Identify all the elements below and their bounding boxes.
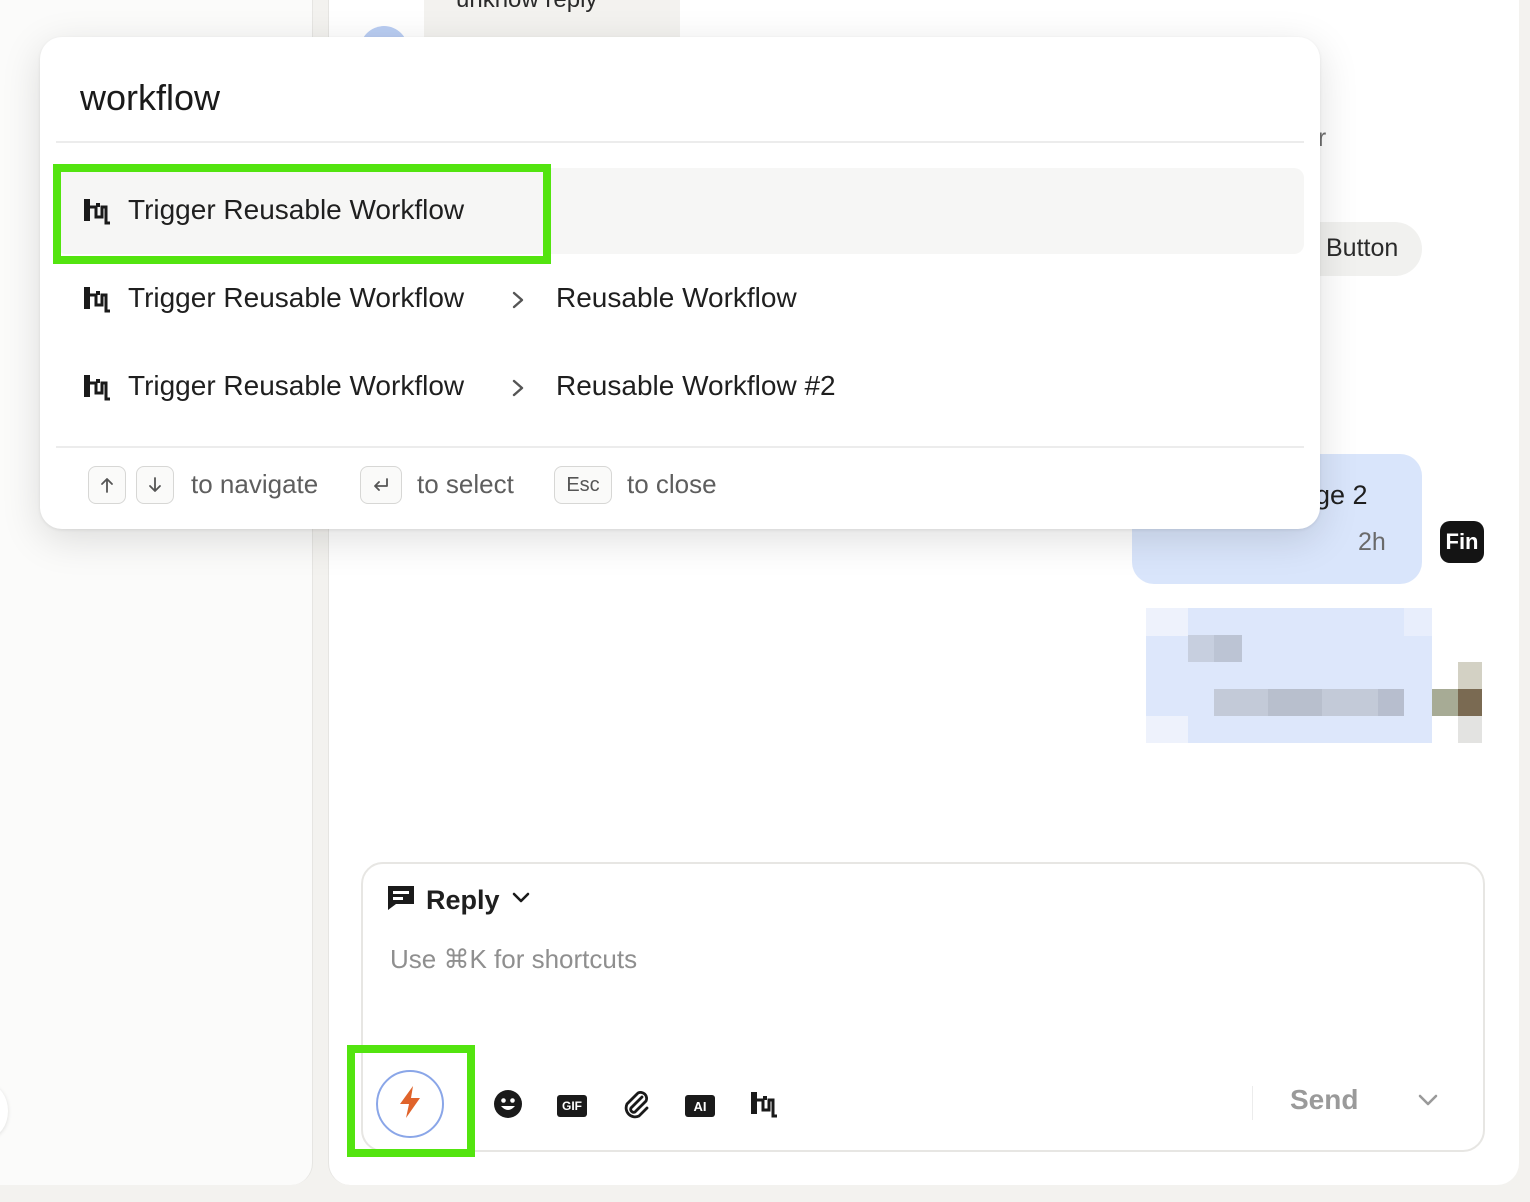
- send-button[interactable]: Send: [1290, 1084, 1358, 1116]
- send-options-button[interactable]: [1410, 1084, 1446, 1120]
- gif-button[interactable]: GIF: [552, 1086, 592, 1126]
- hint-select: to select: [417, 469, 514, 499]
- gif-icon: GIF: [557, 1095, 587, 1117]
- hint-close: to close: [627, 469, 717, 499]
- chevron-right-icon: [508, 378, 528, 398]
- ai-icon: AI: [685, 1095, 715, 1117]
- enter-key-icon: [360, 466, 402, 504]
- chevron-right-icon: [508, 290, 528, 310]
- message-text: unknow reply: [456, 0, 597, 14]
- ai-button[interactable]: AI: [680, 1086, 720, 1126]
- workflow-icon: [82, 197, 112, 227]
- emoji-button[interactable]: [488, 1086, 528, 1126]
- chevron-down-icon: [510, 887, 532, 914]
- attachment-icon: [620, 1088, 652, 1125]
- reply-mode-label: Reply: [426, 884, 500, 915]
- divider: [56, 141, 1304, 143]
- attachment-button[interactable]: [616, 1086, 656, 1126]
- divider: [56, 446, 1304, 448]
- command-search-input[interactable]: [80, 72, 1280, 124]
- workflow-icon: [82, 285, 112, 315]
- message-timestamp: 2h: [1358, 528, 1386, 556]
- command-result-label: Trigger Reusable Workflow: [128, 282, 465, 313]
- reply-chat-icon: [386, 884, 416, 917]
- hint-navigate: to navigate: [191, 469, 319, 499]
- emoji-icon: [493, 1089, 523, 1124]
- command-result-sublabel: Reusable Workflow #2: [556, 370, 836, 401]
- fin-avatar-badge: Fin: [1440, 521, 1484, 563]
- lightning-icon: [396, 1085, 424, 1124]
- workflow-icon: [749, 1090, 779, 1123]
- arrow-up-key-icon: [88, 466, 126, 504]
- workflow-button[interactable]: [744, 1086, 784, 1126]
- arrow-down-key-icon: [136, 466, 174, 504]
- message-button-label: Button: [1326, 234, 1399, 262]
- esc-key: Esc: [554, 466, 612, 504]
- command-result-label: Trigger Reusable Workflow: [128, 194, 465, 225]
- shortcuts-lightning-button[interactable]: [376, 1070, 444, 1138]
- composer-input-placeholder[interactable]: Use ⌘K for shortcuts: [390, 944, 637, 975]
- toolbar-divider: [1252, 1086, 1253, 1120]
- workflow-icon: [82, 373, 112, 403]
- command-result-sublabel: Reusable Workflow: [556, 282, 797, 313]
- command-result-label: Trigger Reusable Workflow: [128, 370, 465, 401]
- reply-mode-dropdown[interactable]: Reply: [386, 880, 532, 920]
- chevron-down-icon: [1416, 1088, 1440, 1117]
